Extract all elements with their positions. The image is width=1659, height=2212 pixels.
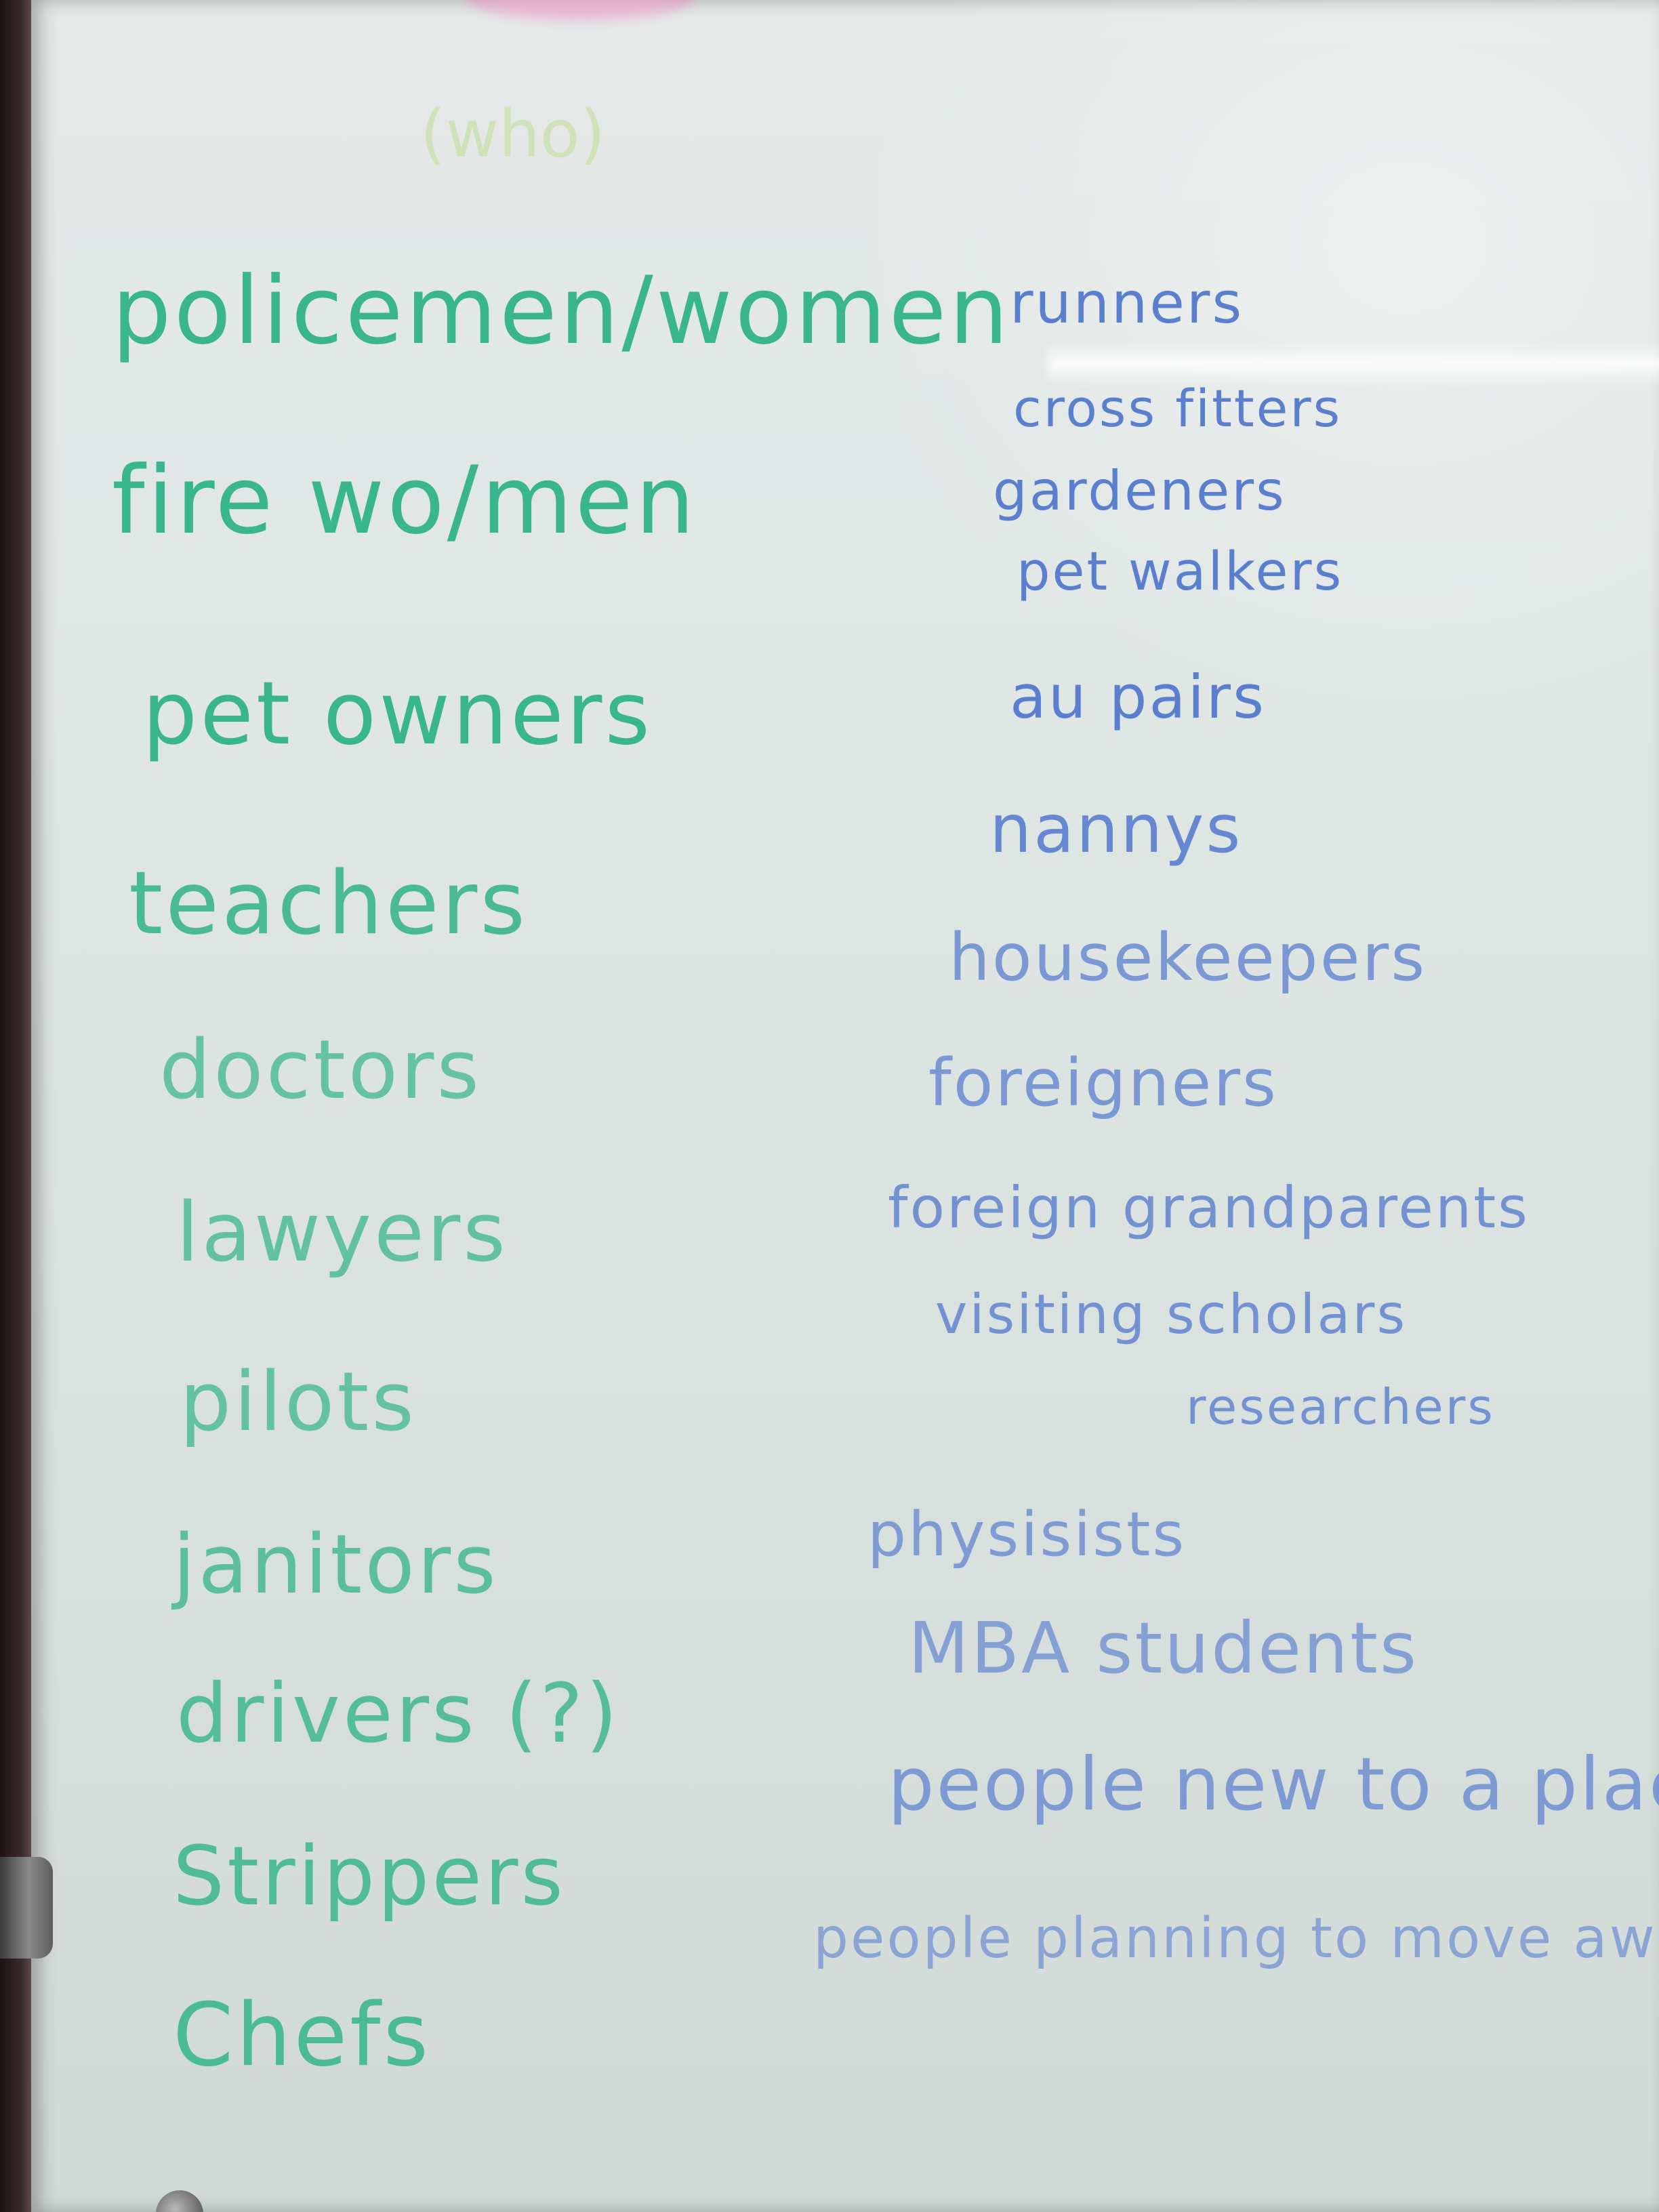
right-item: gardeners	[993, 459, 1286, 523]
left-item: policemen/women	[112, 256, 1011, 365]
right-item: housekeepers	[949, 920, 1427, 996]
left-item: Strippers	[173, 1830, 566, 1924]
right-item: researchers	[1186, 1378, 1495, 1435]
photo-scene: (who) policemen/women fire wo/men pet ow…	[0, 0, 1659, 2212]
right-item: MBA students	[908, 1607, 1419, 1689]
left-item: pet owners	[142, 663, 653, 764]
header-who: (who)	[420, 96, 605, 172]
right-item: au pairs	[1010, 662, 1266, 732]
right-item: pet walkers	[1017, 541, 1344, 602]
left-item: fire wo/men	[112, 446, 697, 555]
right-item: nannys	[989, 791, 1243, 868]
right-item: foreigners	[928, 1045, 1278, 1121]
right-item: people new to a place	[888, 1742, 1659, 1827]
left-item: pilots	[180, 1355, 417, 1450]
left-item: doctors	[159, 1023, 482, 1118]
right-item: cross fitters	[1013, 378, 1343, 438]
left-item: teachers	[129, 853, 528, 954]
right-item: foreign grandparents	[888, 1174, 1530, 1241]
right-item: visiting scholars	[935, 1283, 1408, 1346]
right-item: people planning to move away	[813, 1906, 1659, 1971]
right-item: runners	[1010, 270, 1244, 336]
left-item: lawyers	[176, 1186, 508, 1280]
pink-marker-smudge	[465, 0, 695, 20]
right-item: physisists	[867, 1499, 1187, 1570]
left-item: janitors	[173, 1518, 499, 1612]
door-handle	[0, 1857, 53, 1959]
left-item: Chefs	[173, 1985, 431, 2086]
left-item: drivers (?)	[176, 1667, 621, 1761]
